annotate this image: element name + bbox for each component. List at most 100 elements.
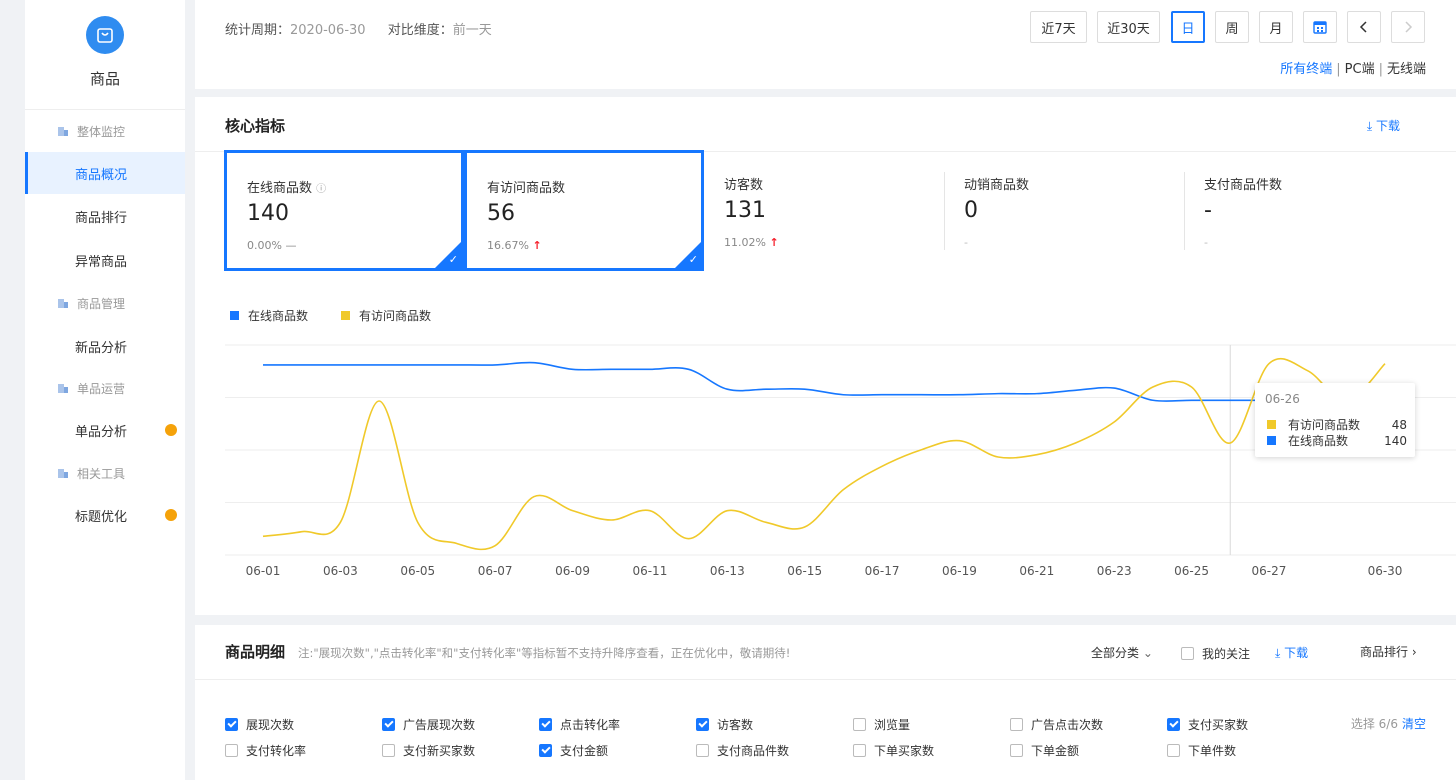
checkbox-label: 下单件数 [1188, 744, 1237, 758]
sidebar-group-label: 商品管理 [77, 296, 126, 311]
building-icon [58, 469, 68, 478]
arrow-up-icon: ↑ [769, 236, 779, 249]
select-count: 选择 6/6 清空 [1351, 715, 1426, 732]
checkbox[interactable] [539, 718, 552, 731]
period-value: 2020-06-30 [290, 23, 366, 38]
sidebar-title: 商品 [89, 70, 120, 88]
checkbox[interactable] [539, 744, 552, 757]
terminal-mobile[interactable]: 无线端 [1387, 62, 1426, 77]
my-follow-checkbox[interactable]: 我的关注 [1181, 645, 1250, 662]
checkbox[interactable] [696, 718, 709, 731]
metric-card-paid-items[interactable]: 支付商品件数 - - [1184, 150, 1424, 271]
metric-option[interactable]: 支付转化率 [225, 742, 306, 759]
metric-option[interactable]: 展现次数 [225, 716, 294, 733]
checkbox[interactable] [382, 744, 395, 757]
x-tick-label: 06-27 [1251, 564, 1286, 578]
ranking-link[interactable]: 商品排行 › [1360, 643, 1417, 660]
sidebar-item-new-analysis[interactable]: 新品分析 [25, 325, 185, 367]
period-label: 统计周期： [225, 23, 291, 38]
compare-value[interactable]: 前一天 [453, 23, 492, 38]
check-icon: ✓ [688, 253, 698, 266]
checkbox[interactable] [696, 744, 709, 757]
sidebar-item-ranking[interactable]: 商品排行 [25, 195, 185, 237]
compare-label: 对比维度： [387, 23, 453, 38]
checkbox[interactable] [1167, 744, 1180, 757]
terminal-all[interactable]: 所有终端 [1280, 62, 1332, 77]
checkbox[interactable] [1167, 718, 1180, 731]
metric-card-visitors[interactable]: 访客数 131 11.02% ↑ [704, 150, 944, 271]
divider [195, 679, 1456, 680]
metric-option[interactable]: 点击转化率 [539, 716, 620, 733]
checkbox-label: 广告点击次数 [1031, 718, 1104, 732]
prev-period-button[interactable] [1347, 11, 1381, 43]
section-title: 商品明细 [225, 643, 286, 661]
day-button[interactable]: 日 [1171, 11, 1205, 43]
metric-option[interactable]: 浏览量 [853, 716, 910, 733]
category-select[interactable]: 全部分类 ⌄ [1091, 644, 1153, 661]
calendar-button[interactable] [1303, 11, 1337, 43]
checkbox[interactable] [225, 744, 238, 757]
metric-option[interactable]: 下单金额 [1010, 742, 1079, 759]
checkbox[interactable] [1010, 718, 1023, 731]
checkbox[interactable] [382, 718, 395, 731]
checkbox-label: 支付金额 [560, 744, 609, 758]
x-tick-label: 06-01 [246, 564, 281, 578]
metric-option[interactable]: 下单件数 [1167, 742, 1236, 759]
checkbox[interactable] [1181, 647, 1194, 660]
metric-value: 56 [487, 201, 515, 226]
metric-option[interactable]: 支付新买家数 [382, 742, 475, 759]
series-line-visited[interactable] [262, 357, 1386, 551]
next-period-button[interactable] [1391, 11, 1425, 43]
checkbox[interactable] [225, 718, 238, 731]
last-7-days-button[interactable]: 近7天 [1030, 11, 1087, 43]
metric-change: 16.67% ↑ [487, 239, 542, 252]
metric-option[interactable]: 支付买家数 [1167, 716, 1248, 733]
metric-card-sold[interactable]: 动销商品数 0 - [944, 150, 1184, 271]
metric-option[interactable]: 广告展现次数 [382, 716, 475, 733]
sidebar-group-manage: 商品管理 [25, 282, 185, 324]
sidebar-item-abnormal[interactable]: 异常商品 [25, 239, 185, 281]
checkbox[interactable] [853, 744, 866, 757]
clear-button[interactable]: 清空 [1402, 717, 1426, 731]
download-link[interactable]: ⤓ 下载 [1275, 644, 1308, 661]
notification-dot [165, 509, 177, 521]
tooltip-value: 48 [1391, 417, 1407, 432]
metric-option[interactable]: 下单买家数 [853, 742, 934, 759]
x-tick-label: 06-11 [632, 564, 667, 578]
series-line-online[interactable] [263, 361, 1385, 402]
metric-value: - [1204, 198, 1212, 223]
sidebar-item-label: 单品分析 [75, 424, 128, 440]
metric-card-online[interactable]: 在线商品数 ⓘ 140 0.00% — ✓ [224, 150, 464, 271]
checkbox-label: 浏览量 [874, 718, 911, 732]
metric-option[interactable]: 支付商品件数 [696, 742, 789, 759]
chevron-right-icon: › [1411, 645, 1417, 659]
month-button[interactable]: 月 [1259, 11, 1293, 43]
metric-value: 140 [247, 201, 289, 226]
metric-option[interactable]: 访客数 [696, 716, 753, 733]
sidebar-item-overview[interactable]: 商品概况 [25, 152, 185, 194]
change-value: 0.00% [247, 239, 282, 252]
tooltip-row: 有访问商品数 48 [1267, 416, 1407, 433]
sidebar-item-title-optimize[interactable]: 标题优化 [25, 494, 185, 536]
building-icon [58, 299, 68, 308]
week-button[interactable]: 周 [1215, 11, 1249, 43]
metric-option[interactable]: 支付金额 [539, 742, 608, 759]
sidebar-item-single-analysis[interactable]: 单品分析 [25, 409, 185, 451]
checkbox[interactable] [1010, 744, 1023, 757]
category-label: 全部分类 [1091, 646, 1140, 660]
x-tick-label: 06-25 [1174, 564, 1209, 578]
metric-name: 支付商品件数 [1204, 178, 1283, 193]
checkbox[interactable] [853, 718, 866, 731]
sidebar-group-single: 单品运营 [25, 367, 185, 409]
sidebar-group-overall: 整体监控 [25, 110, 185, 152]
terminal-pc[interactable]: PC端 [1345, 62, 1375, 77]
download-link[interactable]: ⤓ 下载 [1367, 117, 1400, 134]
help-icon[interactable]: ⓘ [316, 184, 326, 195]
metric-card-visited[interactable]: 有访问商品数 56 16.67% ↑ ✓ [464, 150, 704, 271]
detail-note: 注:"展现次数","点击转化率"和"支付转化率"等指标暂不支持升降序查看，正在优… [298, 646, 791, 660]
metric-option[interactable]: 广告点击次数 [1010, 716, 1103, 733]
filter-bar: 统计周期：2020-06-30 对比维度：前一天 近7天 近30天 日 周 月 … [195, 0, 1456, 89]
metric-name: 在线商品数 ⓘ [247, 177, 326, 196]
tooltip-swatch [1267, 420, 1276, 429]
last-30-days-button[interactable]: 近30天 [1097, 11, 1160, 43]
